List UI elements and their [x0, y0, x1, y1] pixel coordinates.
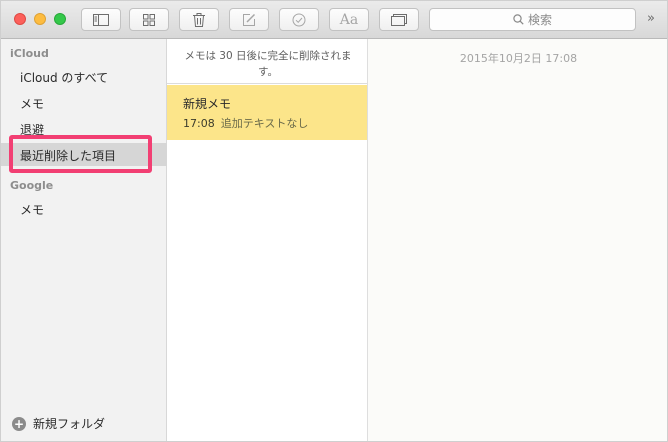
grid-icon: [143, 13, 155, 26]
note-editor[interactable]: 2015年10月2日 17:08: [368, 39, 667, 441]
note-time: 17:08: [183, 117, 215, 130]
delete-button[interactable]: [179, 8, 219, 31]
folder-sidebar: iCloud iCloud のすべて メモ 退避 最近削除した項目 Google…: [1, 39, 167, 441]
trash-icon: [193, 12, 205, 27]
font-style-button[interactable]: Aa: [329, 8, 369, 31]
checkmark-circle-icon: [292, 13, 306, 26]
sidebar-item-google-notes[interactable]: メモ: [20, 201, 44, 218]
sidebar-item-all-icloud[interactable]: iCloud のすべて: [20, 69, 108, 86]
search-icon: [513, 14, 524, 25]
minimize-button[interactable]: [34, 13, 46, 25]
section-header-google: Google: [10, 179, 54, 192]
note-window-button[interactable]: [379, 8, 419, 31]
deletion-notice: メモは 30 日後に完全に削除されます。: [167, 39, 367, 84]
note-subtitle: 17:08 追加テキストなし: [183, 115, 351, 131]
checklist-button[interactable]: [279, 8, 319, 31]
attachments-browser-button[interactable]: [129, 8, 169, 31]
section-header-icloud: iCloud: [10, 47, 49, 60]
window-icon: [391, 13, 407, 26]
list-item[interactable]: 新規メモ 17:08 追加テキストなし: [167, 85, 367, 140]
new-folder-label: 新規フォルダ: [33, 417, 106, 431]
note-date: 2015年10月2日 17:08: [459, 52, 578, 65]
plus-circle-icon: +: [12, 416, 26, 431]
note-preview: 追加テキストなし: [220, 117, 309, 130]
note-list: メモは 30 日後に完全に削除されます。 新規メモ 17:08 追加テキストなし: [167, 39, 368, 441]
compose-icon: [243, 13, 256, 26]
toggle-sidebar-button[interactable]: [81, 8, 121, 31]
annotation-highlight-box: [9, 135, 152, 173]
sidebar-icon: [93, 13, 109, 26]
font-style-icon: Aa: [339, 11, 359, 28]
search-placeholder: 検索: [527, 13, 552, 27]
zoom-button[interactable]: [54, 13, 66, 25]
search-field[interactable]: 検索: [429, 8, 636, 31]
note-title: 新規メモ: [183, 97, 232, 111]
new-folder-button[interactable]: + 新規フォルダ: [12, 415, 105, 432]
new-note-button[interactable]: [229, 8, 269, 31]
sidebar-item-notes[interactable]: メモ: [20, 95, 44, 112]
toolbar: Aa 検索 »: [1, 1, 667, 39]
notes-window: Aa 検索 » iCloud iCloud のすべて メモ 退避 最近削除した項…: [0, 0, 668, 442]
close-button[interactable]: [14, 13, 26, 25]
toolbar-overflow-button[interactable]: »: [647, 11, 655, 26]
